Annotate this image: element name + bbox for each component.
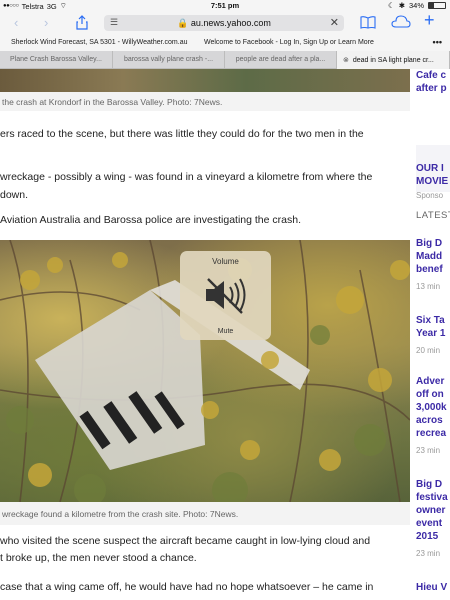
latest-item[interactable]: Big D festiva owner event 2015 23 min (416, 478, 450, 558)
latest-item-title: Big D (416, 238, 443, 249)
forward-arrow-icon[interactable]: › (44, 15, 48, 31)
latest-item-title: acros (416, 415, 443, 426)
url-text[interactable]: 🔒 au.news.yahoo.com (104, 18, 344, 29)
volume-hud: Volume Mute (180, 251, 271, 340)
promo-title: MOVIE (416, 176, 449, 187)
url-value: au.news.yahoo.com (190, 18, 271, 28)
photo-caption: the crash at Krondorf in the Barossa Val… (0, 92, 410, 111)
tab-item[interactable]: barossa vally plane crash -... (113, 51, 225, 69)
latest-item-title: off on (416, 389, 444, 400)
back-arrow-icon[interactable]: ‹ (14, 15, 18, 31)
latest-item-title: Year 1 (416, 328, 446, 339)
share-icon[interactable] (76, 15, 88, 34)
latest-item-title: Madd (416, 251, 443, 262)
battery-percent: 34% (408, 1, 424, 10)
battery-icon (428, 2, 446, 9)
close-tab-icon[interactable]: ⊗ (343, 57, 349, 64)
article-paragraph: t broke up, the men never stood a chance… (0, 552, 197, 564)
latest-item-time: 20 min (416, 346, 441, 355)
latest-item-time: 23 min (416, 446, 441, 455)
promo-title: OUR I (416, 163, 444, 174)
latest-item[interactable]: Hieu V (416, 581, 450, 594)
tab-item-active[interactable]: ⊗ dead in SA light plane cr... (337, 51, 450, 69)
cloud-tabs-icon[interactable] (391, 15, 411, 32)
latest-item-title: 2015 (416, 531, 439, 542)
latest-item-title: owner (416, 505, 446, 516)
article-paragraph: ers raced to the scene, but there was li… (0, 128, 364, 140)
article-photo-top (0, 69, 410, 92)
sidebar-story[interactable]: Cafe c after p (416, 69, 450, 95)
photo-caption: wreckage found a kilometre from the cras… (0, 502, 410, 525)
latest-item-time: 23 min (416, 549, 441, 558)
latest-item-title: festiva (416, 492, 448, 503)
latest-item-title: Hieu V (416, 582, 448, 593)
bookmarks-more-icon[interactable]: ••• (433, 37, 442, 47)
latest-item-title: event (416, 518, 443, 529)
promo-sponsor: Sponso (416, 191, 444, 200)
article-paragraph: down. (0, 189, 29, 201)
moon-icon: ☾ (387, 1, 395, 10)
latest-item[interactable]: Big D Madd benef 13 min (416, 237, 450, 291)
latest-item-title: Six Ta (416, 315, 445, 326)
bookmarks-icon[interactable] (360, 15, 376, 33)
article-paragraph: wreckage - possibly a wing - was found i… (0, 171, 373, 183)
bookmarks-bar: Sherlock Wind Forecast, SA 5301 - WillyW… (0, 34, 450, 51)
article-paragraph: Aviation Australia and Barossa police ar… (0, 214, 301, 226)
tab-item[interactable]: Plane Crash Barossa Valley... (0, 51, 113, 69)
sidebar: Cafe c after p OUR I MOVIE Sponso LATEST… (416, 69, 450, 600)
tab-label: people are dead after a pla... (235, 56, 326, 63)
tab-label: barossa vally plane crash -... (123, 56, 214, 63)
latest-heading: LATEST (416, 210, 450, 221)
tab-label: Plane Crash Barossa Valley... (10, 56, 102, 63)
latest-item-title: 3,000k (416, 402, 447, 413)
latest-item-title: benef (416, 264, 443, 275)
address-bar[interactable]: ☰ 🔒 au.news.yahoo.com ✕ (104, 15, 344, 31)
volume-hud-status: Mute (217, 328, 234, 335)
tab-item[interactable]: people are dead after a pla... (225, 51, 337, 69)
bookmark-item[interactable]: Welcome to Facebook - Log In, Sign Up or… (204, 39, 374, 46)
web-page[interactable]: the crash at Krondorf in the Barossa Val… (0, 69, 450, 600)
browser-toolbar: ‹ › ☰ 🔒 au.news.yahoo.com ✕ + (0, 11, 450, 34)
latest-item-title: Adver (416, 376, 445, 387)
bluetooth-icon: ✱ (398, 1, 405, 10)
clock: 7:51 pm (210, 1, 240, 10)
new-tab-icon[interactable]: + (424, 11, 435, 29)
speaker-muted-icon (206, 278, 246, 314)
latest-item[interactable]: Six Ta Year 1 20 min (416, 314, 450, 355)
clear-icon[interactable]: ✕ (330, 16, 339, 29)
sidebar-story-title: Cafe c (416, 70, 447, 81)
sidebar-promo[interactable]: OUR I MOVIE Sponso (416, 145, 450, 200)
status-bar: ●●○○○ Telstra 3G ⌔ 7:51 pm ☾ ✱ 34% (0, 0, 450, 12)
latest-item-time: 13 min (416, 282, 441, 291)
tab-label: dead in SA light plane cr... (352, 57, 434, 64)
latest-item-title: recrea (416, 428, 447, 439)
tab-bar: Plane Crash Barossa Valley... barossa va… (0, 51, 450, 69)
sidebar-story-title: after p (416, 83, 447, 94)
article-paragraph: case that a wing came off, he would have… (0, 581, 374, 593)
volume-hud-title: Volume (212, 257, 239, 266)
bookmark-item[interactable]: Sherlock Wind Forecast, SA 5301 - WillyW… (11, 39, 188, 46)
latest-item[interactable]: Adver off on 3,000k acros recrea 23 min (416, 375, 450, 455)
latest-item-title: Big D (416, 479, 443, 490)
